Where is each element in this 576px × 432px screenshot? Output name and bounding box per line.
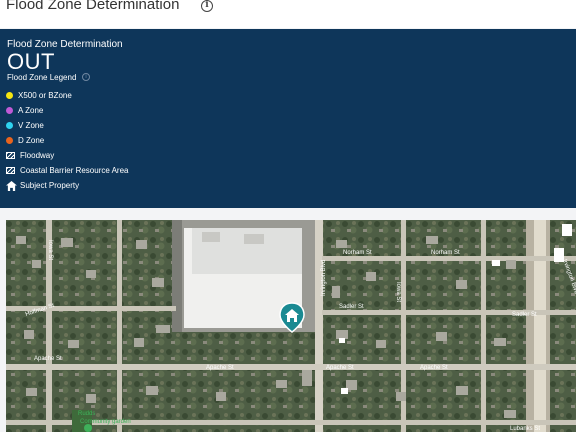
poi-label: Rudds (78, 411, 95, 417)
flood-zone-panel: Flood Zone Determination OUT Flood Zone … (0, 29, 576, 208)
sadler-st-road (322, 310, 576, 315)
legend-label: Subject Property (20, 181, 80, 190)
street-label: Irvington Blvd (321, 260, 327, 296)
satellite-map[interactable]: Norham St Norham St Sadler St Sadler St … (6, 220, 576, 432)
yellow-dot-icon (6, 92, 13, 99)
legend-label: X500 or BZone (18, 91, 72, 100)
road-east (481, 220, 486, 432)
highway (534, 220, 546, 432)
street-label: Iowa St (395, 282, 401, 302)
garden-marker-icon[interactable] (84, 424, 92, 432)
street-label: Norham St (343, 250, 372, 256)
street-label: Apache St (34, 356, 62, 362)
orange-dot-icon (6, 137, 13, 144)
legend-label: Floodway (20, 151, 55, 160)
legend-item-subject-property: Subject Property (6, 180, 79, 191)
home-icon (6, 180, 17, 191)
flood-zone-status: OUT (7, 49, 55, 74)
legend-item-coastal-barrier: Coastal Barrier Resource Area (6, 165, 129, 176)
legend-item-x500: X500 or BZone (6, 90, 72, 101)
road-west (117, 220, 122, 432)
legend-title: Flood Zone Legend (7, 73, 77, 82)
street-label: Iowa St (47, 240, 53, 260)
legend-label: V Zone (18, 121, 44, 130)
purple-dot-icon (6, 107, 13, 114)
street-label: Apache St (420, 365, 448, 371)
street-label: Sadler St (512, 312, 537, 318)
apache-st-road (6, 364, 576, 370)
section-divider (0, 208, 576, 220)
cyan-dot-icon (6, 122, 13, 129)
hatch-swatch-icon (6, 152, 15, 159)
irvington-blvd-road (315, 220, 323, 432)
legend-item-floodway: Floodway (6, 150, 54, 161)
warehouse-roof-unit (244, 234, 264, 244)
info-icon[interactable]: i (201, 0, 213, 12)
legend-item-d-zone: D Zone (6, 135, 44, 146)
map-canvas[interactable]: Norham St Norham St Sadler St Sadler St … (6, 220, 576, 432)
warehouse-roof-unit (202, 232, 220, 242)
legend-label: A Zone (18, 106, 44, 115)
street-label: Sadler St (339, 304, 364, 310)
page-title: Flood Zone Determination (6, 0, 180, 13)
legend-item-v-zone: V Zone (6, 120, 44, 131)
legend-item-a-zone: A Zone (6, 105, 43, 116)
warehouse-parking (172, 220, 182, 332)
street-label: Apache St (206, 365, 234, 371)
norham-st-road (322, 256, 576, 261)
street-label: Norham St (431, 250, 460, 256)
street-label: Lubanks St (510, 426, 540, 432)
legend-label: D Zone (18, 136, 45, 145)
legend-info-icon[interactable]: i (82, 73, 90, 81)
hatch-swatch-icon (6, 167, 15, 174)
legend-label: Coastal Barrier Resource Area (20, 166, 129, 175)
street-label: Apache St (326, 365, 354, 371)
page-header: Flood Zone Determination i (0, 0, 576, 28)
